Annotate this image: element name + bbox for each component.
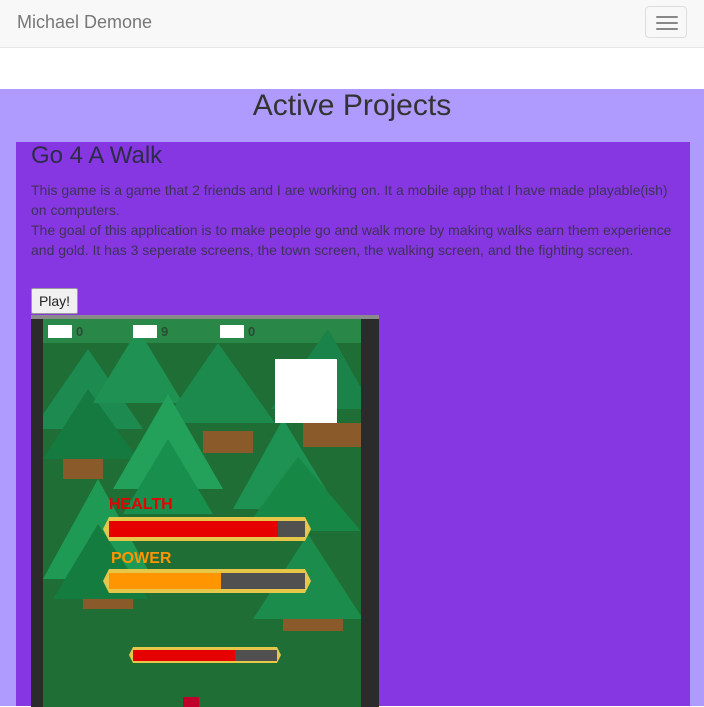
enemy-health-bar: [129, 647, 281, 663]
project-description-line-2: The goal of this application is to make …: [31, 222, 672, 258]
counter-3: 0: [248, 324, 255, 339]
project-description-line-1: This game is a game that 2 friends and I…: [31, 182, 668, 218]
enemy-sprite-placeholder: [275, 359, 337, 423]
project-card: Go 4 A Walk This game is a game that 2 f…: [16, 142, 690, 707]
hud-counters: 0 9 0: [48, 324, 255, 339]
game-canvas[interactable]: 0 9 0 HEALTH POWER: [43, 319, 361, 707]
game-scene: 0 9 0 HEALTH POWER: [43, 319, 361, 707]
counter-1: 0: [76, 324, 83, 339]
project-description: This game is a game that 2 friends and I…: [31, 180, 681, 260]
play-button[interactable]: Play!: [31, 288, 78, 314]
project-title: Go 4 A Walk: [31, 142, 163, 169]
game-frame: 0 9 0 HEALTH POWER: [31, 315, 379, 707]
power-bar: [103, 569, 311, 593]
section-title: Active Projects: [252, 89, 452, 122]
navbar: Michael Demone: [0, 0, 704, 48]
health-bar-fill: [109, 521, 278, 537]
navbar-brand[interactable]: Michael Demone: [17, 12, 152, 33]
power-label: POWER: [111, 550, 172, 567]
power-bar-fill: [109, 573, 221, 589]
counter-2: 9: [161, 324, 168, 339]
enemy-health-bar-fill: [133, 650, 235, 661]
hamburger-icon[interactable]: [645, 6, 687, 38]
health-bar: [103, 517, 311, 541]
health-label: HEALTH: [109, 496, 173, 513]
active-projects-section: Active Projects Go 4 A Walk This game is…: [0, 89, 704, 707]
